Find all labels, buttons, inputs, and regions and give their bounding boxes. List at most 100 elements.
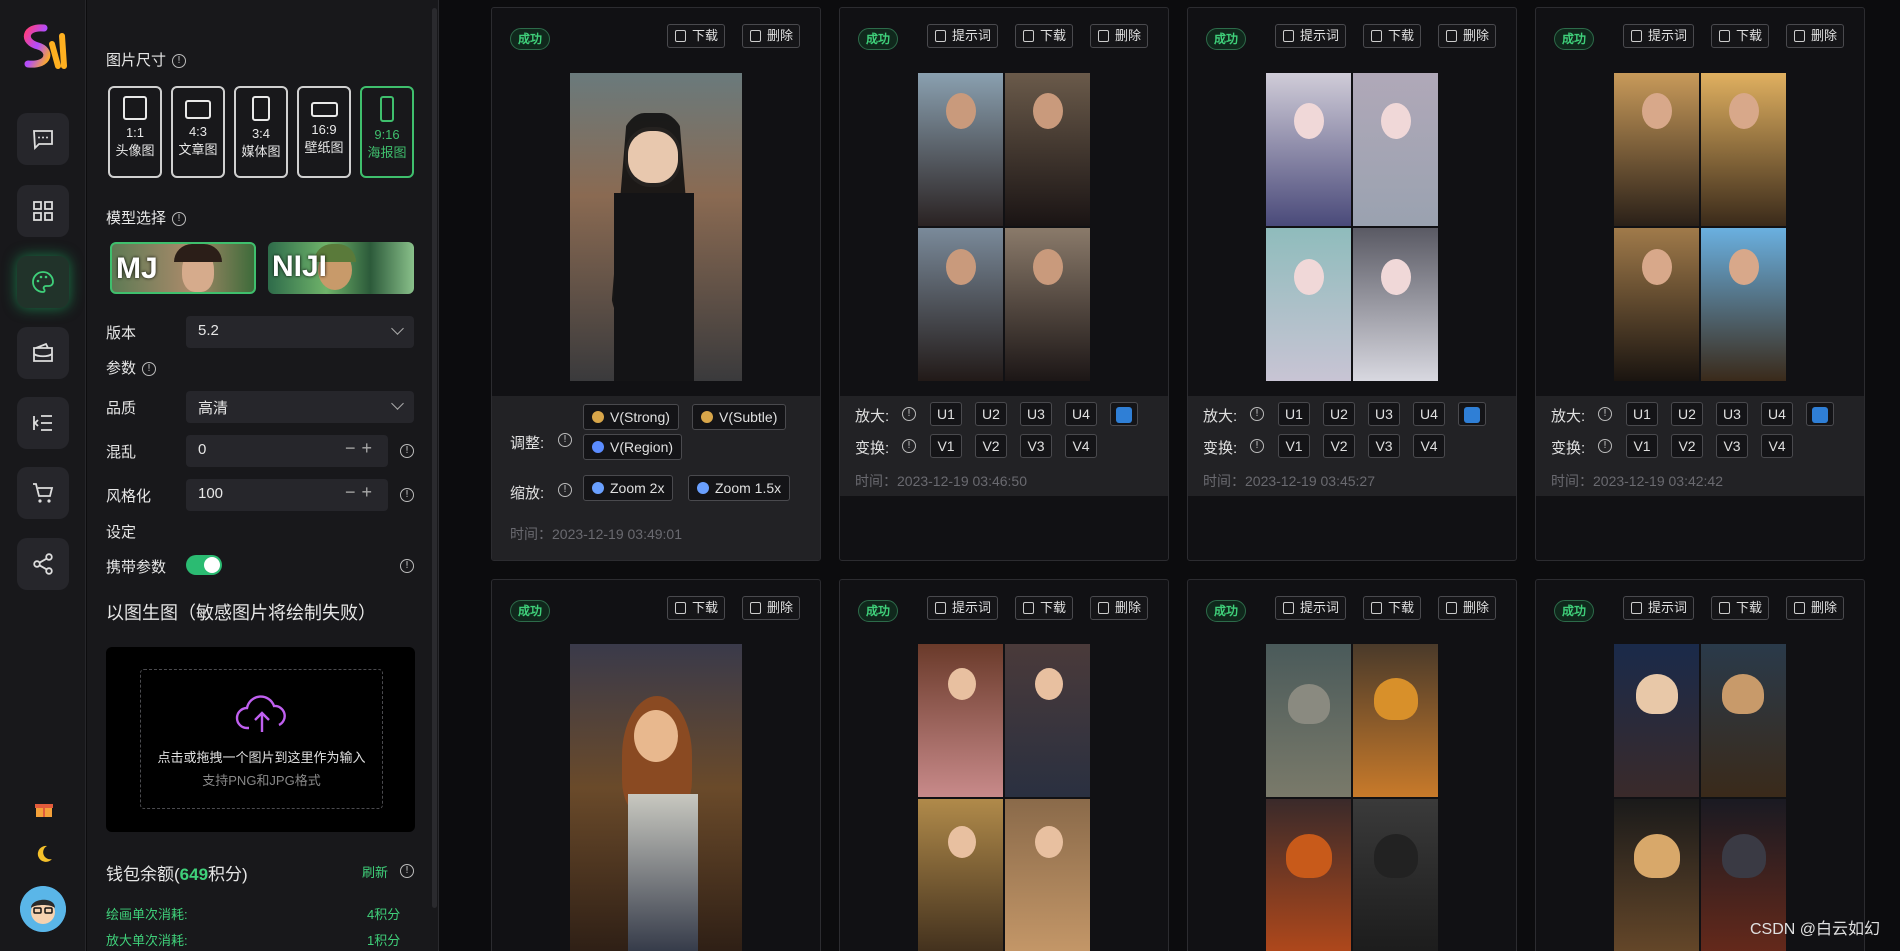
info-icon[interactable]: ! <box>1598 407 1612 421</box>
theme-toggle-button[interactable] <box>30 840 58 868</box>
generated-image-grid[interactable] <box>918 73 1090 381</box>
prompt-button[interactable]: 提示词 <box>1275 24 1347 48</box>
upscale-u1-button[interactable]: U1 <box>1626 402 1658 426</box>
download-button[interactable]: 下载 <box>1363 596 1422 620</box>
variation-v2-button[interactable]: V2 <box>1323 434 1355 458</box>
draw-nav-button[interactable] <box>17 256 69 308</box>
download-button[interactable]: 下载 <box>1015 24 1074 48</box>
prompt-button[interactable]: 提示词 <box>1275 596 1347 620</box>
info-icon[interactable]: ! <box>400 488 414 502</box>
variation-v4-button[interactable]: V4 <box>1413 434 1445 458</box>
upscale-u4-button[interactable]: U4 <box>1065 402 1097 426</box>
image-upload-dropzone[interactable]: 点击或拖拽一个图片到这里作为输入 支持PNG和JPG格式 <box>106 647 415 832</box>
delete-button[interactable]: 删除 <box>742 24 801 48</box>
variation-v3-button[interactable]: V3 <box>1368 434 1400 458</box>
stepper-icons[interactable]: −+ <box>345 482 378 503</box>
info-icon[interactable]: ! <box>142 362 157 377</box>
variation-v3-button[interactable]: V3 <box>1716 434 1748 458</box>
info-icon[interactable]: ! <box>172 54 187 69</box>
info-icon[interactable]: ! <box>400 444 414 458</box>
chat-nav-button[interactable] <box>17 113 69 165</box>
generated-image[interactable] <box>570 644 742 951</box>
upscale-u4-button[interactable]: U4 <box>1413 402 1445 426</box>
upscale-u4-button[interactable]: U4 <box>1761 402 1793 426</box>
generated-image-grid[interactable] <box>1614 644 1786 951</box>
delete-button[interactable]: 删除 <box>1438 24 1497 48</box>
stepper-icons[interactable]: −+ <box>345 438 378 459</box>
zoom-1-5x-button[interactable]: Zoom 1.5x <box>688 475 791 501</box>
delete-button[interactable]: 删除 <box>1786 596 1845 620</box>
generated-image-grid[interactable] <box>1614 73 1786 381</box>
info-icon[interactable]: ! <box>902 407 916 421</box>
panel-scrollbar[interactable] <box>432 8 437 908</box>
gift-button[interactable] <box>30 795 58 823</box>
variation-v2-button[interactable]: V2 <box>975 434 1007 458</box>
prompt-button[interactable]: 提示词 <box>927 24 999 48</box>
generated-image-grid[interactable] <box>1266 644 1438 951</box>
shop-nav-button[interactable] <box>17 467 69 519</box>
info-icon[interactable]: ! <box>400 559 414 573</box>
upscale-u1-button[interactable]: U1 <box>930 402 962 426</box>
download-button[interactable]: 下载 <box>1015 596 1074 620</box>
vary-region-button[interactable]: V(Region) <box>583 434 683 460</box>
delete-button[interactable]: 删除 <box>1786 24 1845 48</box>
refresh-link[interactable]: 刷新 <box>362 862 388 881</box>
version-select[interactable]: 5.2 <box>186 316 414 348</box>
delete-button[interactable]: 删除 <box>1438 596 1497 620</box>
zoom-2x-button[interactable]: Zoom 2x <box>583 475 674 501</box>
gallery-nav-button[interactable] <box>17 185 69 237</box>
download-button[interactable]: 下载 <box>667 596 726 620</box>
ratio-option-9-16[interactable]: 9:16 海报图 <box>360 86 414 178</box>
info-icon[interactable]: ! <box>1598 439 1612 453</box>
stylize-input[interactable]: 100 −+ <box>186 479 388 511</box>
variation-v1-button[interactable]: V1 <box>1278 434 1310 458</box>
info-icon[interactable]: ! <box>902 439 916 453</box>
generated-image[interactable] <box>570 73 742 381</box>
user-avatar[interactable] <box>20 886 66 932</box>
info-icon[interactable]: ! <box>400 864 414 878</box>
info-icon[interactable]: ! <box>1250 407 1264 421</box>
delete-button[interactable]: 删除 <box>1090 596 1149 620</box>
model-option-mj[interactable]: MJ <box>110 242 256 294</box>
share-nav-button[interactable] <box>17 538 69 590</box>
upscale-u1-button[interactable]: U1 <box>1278 402 1310 426</box>
reroll-button[interactable] <box>1110 402 1138 426</box>
upscale-u2-button[interactable]: U2 <box>975 402 1007 426</box>
download-button[interactable]: 下载 <box>1711 24 1770 48</box>
download-button[interactable]: 下载 <box>1711 596 1770 620</box>
info-icon[interactable]: ! <box>1250 439 1264 453</box>
quality-select[interactable]: 高清 <box>186 391 414 423</box>
download-button[interactable]: 下载 <box>1363 24 1422 48</box>
ratio-option-4-3[interactable]: 4:3 文章图 <box>171 86 225 178</box>
generated-image-grid[interactable] <box>1266 73 1438 381</box>
upscale-u2-button[interactable]: U2 <box>1323 402 1355 426</box>
info-icon[interactable]: ! <box>172 212 187 227</box>
main-scrollbar[interactable] <box>1890 0 1900 951</box>
variation-v1-button[interactable]: V1 <box>930 434 962 458</box>
variation-v4-button[interactable]: V4 <box>1761 434 1793 458</box>
download-button[interactable]: 下载 <box>667 24 726 48</box>
list-nav-button[interactable] <box>17 397 69 449</box>
reroll-button[interactable] <box>1458 402 1486 426</box>
model-option-niji[interactable]: NIJI <box>268 242 414 294</box>
reroll-button[interactable] <box>1806 402 1834 426</box>
upscale-u3-button[interactable]: U3 <box>1368 402 1400 426</box>
variation-v3-button[interactable]: V3 <box>1020 434 1052 458</box>
vary-subtle-button[interactable]: V(Subtle) <box>692 404 787 430</box>
wallet-nav-button[interactable] <box>17 327 69 379</box>
generated-image-grid[interactable] <box>918 644 1090 951</box>
chaos-input[interactable]: 0 −+ <box>186 435 388 467</box>
prompt-button[interactable]: 提示词 <box>927 596 999 620</box>
delete-button[interactable]: 删除 <box>1090 24 1149 48</box>
ratio-option-16-9[interactable]: 16:9 壁纸图 <box>297 86 351 178</box>
ratio-option-1-1[interactable]: 1:1 头像图 <box>108 86 162 178</box>
variation-v2-button[interactable]: V2 <box>1671 434 1703 458</box>
prompt-button[interactable]: 提示词 <box>1623 24 1695 48</box>
ratio-option-3-4[interactable]: 3:4 媒体图 <box>234 86 288 178</box>
info-icon[interactable]: ! <box>558 483 572 497</box>
upscale-u3-button[interactable]: U3 <box>1020 402 1052 426</box>
prompt-button[interactable]: 提示词 <box>1623 596 1695 620</box>
info-icon[interactable]: ! <box>558 433 572 447</box>
upscale-u3-button[interactable]: U3 <box>1716 402 1748 426</box>
vary-strong-button[interactable]: V(Strong) <box>583 404 679 430</box>
